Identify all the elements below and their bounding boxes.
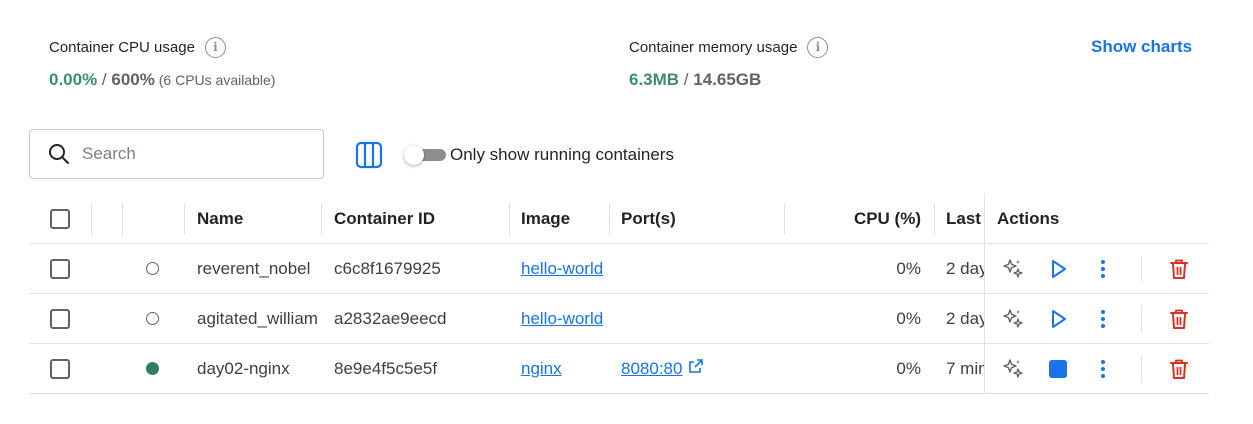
status-cell <box>146 344 159 393</box>
image-cell: hello-world <box>521 244 603 293</box>
trash-icon[interactable] <box>1168 308 1190 330</box>
sparkle-icon[interactable] <box>1002 358 1024 380</box>
running-only-toggle[interactable] <box>404 145 446 165</box>
more-vertical-icon[interactable] <box>1092 308 1114 330</box>
columns-toggle-button[interactable] <box>355 141 383 169</box>
cpu-usage-value: 0.00% / 600% (6 CPUs available) <box>49 70 275 90</box>
cpu-total: 600% <box>111 70 155 89</box>
column-divider <box>122 203 123 235</box>
row-checkbox[interactable] <box>50 358 70 379</box>
header-cpu[interactable]: CPU (%) <box>799 194 921 243</box>
column-divider <box>609 203 610 235</box>
cpu-percent: 0% <box>896 258 921 278</box>
cpu-sep: / <box>97 70 112 89</box>
container-name[interactable]: day02-nginx <box>197 344 322 393</box>
header-ports[interactable]: Port(s) <box>621 194 676 243</box>
image-cell: hello-world <box>521 294 603 343</box>
memory-used: 6.3MB <box>629 70 680 89</box>
memory-usage-value: 6.3MB / 14.65GB <box>629 70 828 90</box>
search-box[interactable] <box>29 129 324 179</box>
cpu-percent: 0% <box>896 308 921 328</box>
show-charts-button[interactable]: Show charts <box>1091 37 1192 57</box>
header-last-started[interactable]: Last <box>946 194 984 243</box>
table-body: reverent_nobel c6c8f1679925 hello-world … <box>29 244 1209 394</box>
ports-cell: 8080:80 <box>621 344 704 393</box>
status-dot <box>146 262 159 275</box>
external-link-icon[interactable] <box>688 358 704 379</box>
row-select-cell <box>50 244 70 293</box>
container-name[interactable]: agitated_william <box>197 294 322 343</box>
row-select-cell <box>50 294 70 343</box>
memory-total: 14.65GB <box>693 70 762 89</box>
search-input[interactable] <box>82 144 302 164</box>
header-image[interactable]: Image <box>521 194 570 243</box>
image-link[interactable]: nginx <box>521 359 562 379</box>
cpu-used: 0.00% <box>49 70 98 89</box>
action-divider <box>1141 356 1142 382</box>
status-dot <box>146 362 159 375</box>
column-divider <box>784 203 785 235</box>
cpu-percent: 0% <box>896 358 921 378</box>
last-started: 2 day <box>946 258 984 278</box>
row-checkbox[interactable] <box>50 258 70 279</box>
column-divider <box>509 203 510 235</box>
cpu-note: (6 CPUs available) <box>154 72 276 88</box>
column-divider <box>934 203 935 235</box>
last-started: 2 day <box>946 308 984 328</box>
sparkle-icon[interactable] <box>1002 308 1024 330</box>
info-icon[interactable]: i <box>204 36 226 58</box>
header-name[interactable]: Name <box>197 194 243 243</box>
cpu-usage-label-row: Container CPU usage i <box>49 36 275 58</box>
table-row[interactable]: agitated_william a2832ae9eecd hello-worl… <box>29 294 1209 344</box>
image-link[interactable]: hello-world <box>521 259 603 279</box>
play-icon[interactable] <box>1047 258 1069 280</box>
image-link[interactable]: hello-world <box>521 309 603 329</box>
containers-table: Name Container ID Image Port(s) CPU (%) … <box>29 194 1209 394</box>
stop-icon[interactable] <box>1047 358 1069 380</box>
trash-icon[interactable] <box>1168 258 1190 280</box>
info-icon[interactable]: i <box>807 36 829 58</box>
search-icon <box>49 144 69 164</box>
table-row[interactable]: reverent_nobel c6c8f1679925 hello-world … <box>29 244 1209 294</box>
status-cell <box>146 244 159 293</box>
container-name[interactable]: reverent_nobel <box>197 244 322 293</box>
port-link[interactable]: 8080:80 <box>621 359 682 379</box>
cpu-usage-stat: Container CPU usage i 0.00% / 600% (6 CP… <box>49 36 275 90</box>
toggle-knob <box>404 145 424 165</box>
action-divider <box>1141 256 1142 282</box>
more-vertical-icon[interactable] <box>1092 358 1114 380</box>
columns-icon <box>355 141 383 169</box>
memory-usage-label: Container memory usage <box>629 38 798 56</box>
memory-usage-stat: Container memory usage i 6.3MB / 14.65GB <box>629 36 829 90</box>
status-cell <box>146 294 159 343</box>
row-checkbox[interactable] <box>50 308 70 329</box>
more-vertical-icon[interactable] <box>1092 258 1114 280</box>
header-container-id[interactable]: Container ID <box>334 194 435 243</box>
image-cell: nginx <box>521 344 562 393</box>
select-all-cell <box>50 194 70 243</box>
select-all-checkbox[interactable] <box>50 208 70 229</box>
memory-usage-label-row: Container memory usage i <box>629 36 829 58</box>
actions-column-divider <box>984 194 985 394</box>
running-only-label: Only show running containers <box>450 145 674 164</box>
memory-sep: / <box>679 70 694 89</box>
container-id: c6c8f1679925 <box>334 258 441 278</box>
status-dot <box>146 312 159 325</box>
container-id: 8e9e4f5c5e5f <box>334 358 438 378</box>
play-icon[interactable] <box>1047 308 1069 330</box>
last-started: 7 min <box>946 358 984 378</box>
cpu-usage-label: Container CPU usage <box>49 38 195 56</box>
table-row[interactable]: day02-nginx 8e9e4f5c5e5f nginx 8080:80 0… <box>29 344 1209 394</box>
row-select-cell <box>50 344 70 393</box>
container-id: a2832ae9eecd <box>334 308 447 328</box>
column-divider <box>91 203 92 235</box>
header-actions: Actions <box>997 208 1060 228</box>
column-divider <box>184 203 185 235</box>
column-divider <box>321 203 322 235</box>
table-header: Name Container ID Image Port(s) CPU (%) … <box>29 194 1209 244</box>
trash-icon[interactable] <box>1168 358 1190 380</box>
action-divider <box>1141 306 1142 332</box>
sparkle-icon[interactable] <box>1002 258 1024 280</box>
